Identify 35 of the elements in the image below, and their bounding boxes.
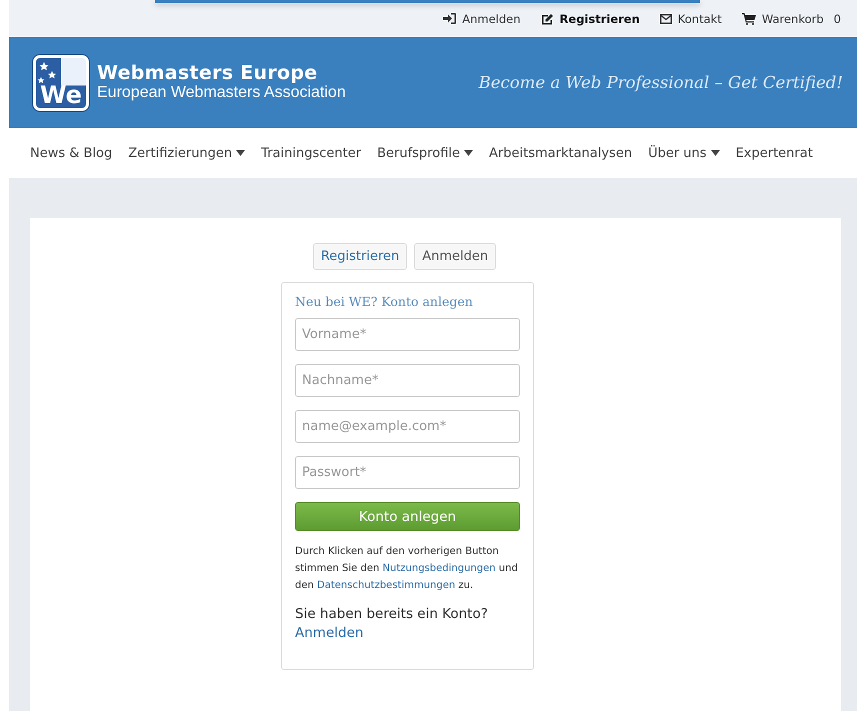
caret-icon	[710, 150, 720, 156]
terms-text: Durch Klicken auf den vorherigen Button stimmen Sie den Nutzungsbedingungen und den Datenschutzbestimmungen zu.	[295, 545, 519, 593]
input-field[interactable]: name@example.com*	[295, 410, 520, 443]
cart-icon	[742, 12, 756, 24]
brand-subtitle: European Webmasters Association	[97, 84, 346, 102]
top-link[interactable]: Warenkorb 0	[742, 12, 841, 26]
tab[interactable]: Anmelden	[414, 243, 496, 270]
edit-icon	[540, 12, 554, 24]
top-link[interactable]: Kontakt	[660, 12, 722, 26]
terms-link[interactable]: Nutzungsbedingungen	[382, 563, 496, 574]
nav-item[interactable]: News & Blog	[30, 146, 112, 160]
logo-mark: We	[40, 82, 82, 108]
input-field[interactable]: Passwort*	[295, 456, 520, 489]
caret-icon	[236, 150, 246, 156]
stars-icon	[37, 60, 56, 82]
nav-item[interactable]: Expertenrat	[736, 146, 813, 160]
input-field[interactable]: Nachname*	[295, 364, 520, 397]
tagline: Become a Web Professional – Get Certified!	[478, 73, 843, 92]
nav-item[interactable]: Berufsprofile	[377, 146, 473, 160]
privacy-link[interactable]: Datenschutzbestimmungen	[317, 580, 456, 591]
envelope-icon	[660, 14, 672, 24]
top-link[interactable]: Registrieren	[540, 12, 640, 26]
form-title: Neu bei WE? Konto anlegen	[295, 294, 474, 309]
login-link[interactable]: Anmelden	[295, 625, 364, 641]
brand-name: Webmasters Europe	[97, 63, 318, 84]
input-field[interactable]: Vorname*	[295, 318, 520, 351]
nav-item[interactable]: Über uns	[648, 146, 720, 160]
top-link[interactable]: Anmelden	[443, 12, 521, 26]
nav-item[interactable]: Zertifizierungen	[128, 146, 246, 160]
login-icon	[443, 13, 456, 24]
login-prompt: Sie haben bereits ein Konto?	[295, 606, 489, 622]
nav-item[interactable]: Trainingscenter	[261, 146, 362, 160]
caret-icon	[464, 150, 473, 156]
nav-item[interactable]: Arbeitsmarktanalysen	[489, 146, 632, 160]
tab[interactable]: Registrieren	[312, 243, 408, 270]
